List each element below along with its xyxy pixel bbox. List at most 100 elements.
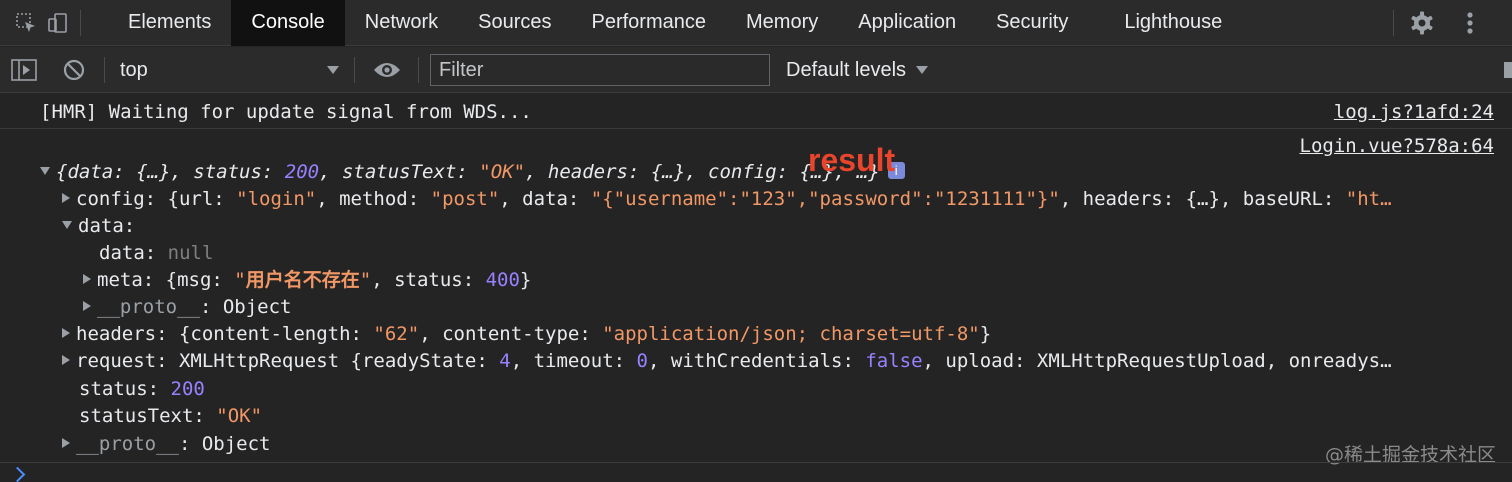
meta-row[interactable]: meta: {msg: "用户名不存在", status: 400} <box>83 268 531 292</box>
console-toolbar: top Default levels <box>0 47 1512 93</box>
config-key: config <box>76 188 145 210</box>
tab-memory[interactable]: Memory <box>726 0 838 46</box>
tab-network[interactable]: Network <box>345 0 458 46</box>
data-key: data: <box>78 215 136 237</box>
tab-bar-separator <box>80 9 81 36</box>
toolbar-separator <box>354 57 355 83</box>
proto-key: __proto__ <box>76 433 179 455</box>
console-output: [HMR] Waiting for update signal from WDS… <box>0 94 1512 464</box>
headers-text: headers: {content-length: <box>76 323 374 345</box>
collapse-arrow-icon[interactable] <box>83 273 91 284</box>
context-selector[interactable]: top <box>120 47 148 93</box>
headers-length-value: "62" <box>373 323 420 345</box>
proto-row[interactable]: __proto__: Object <box>62 432 270 456</box>
object-source-link[interactable]: Login.vue?578a:64 <box>1300 134 1494 158</box>
result-annotation: result <box>808 142 896 178</box>
config-text: , data: <box>499 188 591 210</box>
meta-text: meta: {msg: <box>97 269 235 291</box>
headers-type-value: "application/json; charset=utf-8" <box>602 323 980 345</box>
live-expression-eye-icon[interactable] <box>372 47 402 93</box>
collapse-arrow-icon[interactable] <box>62 437 70 448</box>
expand-arrow-icon[interactable] <box>62 220 72 229</box>
meta-status-value: 400 <box>485 269 520 291</box>
meta-msg-quote: " <box>234 269 246 291</box>
clear-console-icon[interactable] <box>62 47 86 93</box>
object-summary-row[interactable]: {data: {…}, status: 200, statusText: "OK… <box>40 160 905 184</box>
panel-tabs: Elements Console Network Sources Perform… <box>108 0 1242 46</box>
console-prompt[interactable] <box>0 462 1512 482</box>
summary-text: , statusText: <box>319 161 480 183</box>
tab-console[interactable]: Console <box>231 0 345 46</box>
inspect-element-icon[interactable] <box>10 7 42 39</box>
hmr-log-message: [HMR] Waiting for update signal from WDS… <box>40 101 532 123</box>
hmr-source-link[interactable]: log.js?1afd:24 <box>1334 100 1494 124</box>
inner-proto-key: __proto__ <box>97 296 200 318</box>
inner-data-key: data: <box>99 242 168 264</box>
request-timeout-value: 0 <box>636 350 648 372</box>
toolbar-separator <box>418 57 419 83</box>
status-text-row: statusText: "OK" <box>79 404 262 428</box>
request-text: , upload: XMLHttpRequestUpload, onreadys… <box>922 350 1392 372</box>
proto-value: : Object <box>178 433 271 455</box>
toolbar-separator <box>104 57 105 83</box>
console-settings-icon[interactable] <box>1500 47 1512 93</box>
more-options-icon[interactable] <box>1454 7 1486 39</box>
collapse-arrow-icon[interactable] <box>62 354 70 365</box>
tab-application[interactable]: Application <box>838 0 976 46</box>
collapse-arrow-icon[interactable] <box>62 327 70 338</box>
tab-lighthouse[interactable]: Lighthouse <box>1088 0 1242 46</box>
request-text: , timeout: <box>510 350 637 372</box>
config-url-value: "login" <box>236 188 317 210</box>
request-readystate-value: 4 <box>499 350 511 372</box>
show-sidebar-icon[interactable] <box>10 47 38 93</box>
levels-dropdown-arrow-icon <box>916 65 929 75</box>
config-row[interactable]: config: {url: "login", method: "post", d… <box>62 187 1392 211</box>
config-data-value: "{"username":"123","password":"1231111"}… <box>590 188 1060 210</box>
meta-text: } <box>519 269 532 291</box>
log-levels-dropdown[interactable]: Default levels <box>786 47 929 93</box>
request-text: request: XMLHttpRequest {readyState: <box>76 350 500 372</box>
summary-status-text-value: "OK" <box>479 161 526 183</box>
context-dropdown-arrow-icon[interactable] <box>326 47 340 93</box>
filter-input[interactable] <box>430 54 770 86</box>
summary-text: {data: {…}, status: <box>56 161 285 183</box>
request-text: , withCredentials: <box>648 350 866 372</box>
devtools-tab-bar: Elements Console Network Sources Perform… <box>0 0 1512 46</box>
context-selector-label: top <box>120 58 148 81</box>
meta-msg-quote: " <box>359 269 372 291</box>
status-row: status: 200 <box>79 377 205 401</box>
status-text-value: "OK" <box>216 405 263 427</box>
tab-bar-right-separator <box>1393 10 1394 36</box>
tab-bar-right <box>1393 0 1512 46</box>
tab-elements[interactable]: Elements <box>108 0 231 46</box>
settings-gear-icon[interactable] <box>1406 7 1438 39</box>
expand-arrow-icon[interactable] <box>40 166 50 175</box>
inner-proto-value: : Object <box>199 296 292 318</box>
headers-text: } <box>979 323 992 345</box>
collapse-arrow-icon[interactable] <box>83 300 91 311</box>
headers-text: , content-type: <box>419 323 603 345</box>
config-baseurl-value: "ht… <box>1345 188 1392 210</box>
headers-row[interactable]: headers: {content-length: "62", content-… <box>62 322 991 346</box>
log-levels-label: Default levels <box>786 58 907 81</box>
inner-proto-row[interactable]: __proto__: Object <box>83 295 291 319</box>
status-text-key: statusText: <box>79 405 217 427</box>
message-separator <box>0 128 1512 129</box>
request-credentials-value: false <box>865 350 923 372</box>
config-method-value: "post" <box>430 188 500 210</box>
inner-data-row: data: null <box>99 241 213 265</box>
status-value: 200 <box>170 378 205 400</box>
collapse-arrow-icon[interactable] <box>62 192 70 203</box>
tab-performance[interactable]: Performance <box>572 0 727 46</box>
config-text: , method: <box>316 188 431 210</box>
request-row[interactable]: request: XMLHttpRequest {readyState: 4, … <box>62 349 1392 373</box>
status-key: status: <box>79 378 171 400</box>
tab-sources[interactable]: Sources <box>458 0 571 46</box>
meta-msg-value: 用户名不存在 <box>245 269 360 291</box>
tab-security[interactable]: Security <box>976 0 1088 46</box>
device-toolbar-icon[interactable] <box>42 7 74 39</box>
meta-text: , status: <box>371 269 486 291</box>
data-row[interactable]: data: <box>62 214 135 238</box>
config-text: : {url: <box>144 188 237 210</box>
summary-status-value: 200 <box>284 161 320 183</box>
